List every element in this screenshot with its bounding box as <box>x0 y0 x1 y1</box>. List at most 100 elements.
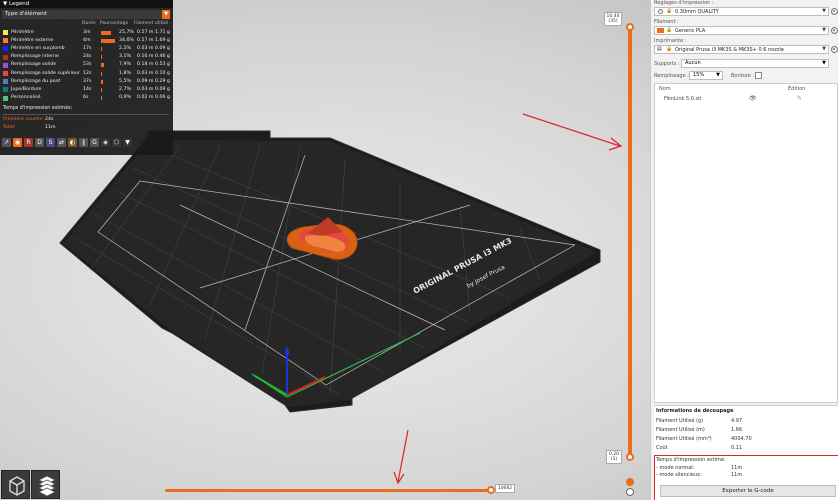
legend-row-length: 0.02 m <box>137 95 154 101</box>
center-of-gravity-icon[interactable]: ◈ <box>101 138 110 147</box>
color-swatch <box>3 38 8 44</box>
legend-row[interactable]: Remplissage du pont 37s 5,5% 0.09 m 0.29 g <box>3 78 171 86</box>
chevron-down-icon: ▼ <box>822 46 826 52</box>
printer-select[interactable]: ▤ 🔒 Original Prusa i3 MK3S & MK3S+ 0.6 n… <box>654 45 829 54</box>
legend-row-duration: 12s <box>83 70 92 76</box>
normal-mode-label: - mode normal: <box>656 465 695 471</box>
legend-row[interactable]: Périmètre en surplomb 17s 2,5% 0.03 m 0.09 g <box>3 45 171 53</box>
travel-icon[interactable]: ↗ <box>2 138 11 147</box>
layer-slider-reset-icon[interactable] <box>626 488 634 496</box>
layer-slider-track[interactable] <box>628 25 632 455</box>
slice-info-label: Coût <box>656 445 668 451</box>
legend-row-length: 0.03 m <box>137 70 154 76</box>
print-settings-select[interactable]: 🔒 0.30mm QUALITY ▼ <box>654 7 829 16</box>
legend-row-name: Périmètre <box>11 29 34 35</box>
layer-slider-cog-icon[interactable] <box>626 478 634 486</box>
layer-slider-top-handle[interactable] <box>626 23 634 31</box>
legend-row-bar <box>101 46 102 51</box>
export-gcode-button[interactable]: Exporter le G-code <box>660 485 836 497</box>
legend-row-weight: 0.10 g <box>155 70 170 76</box>
legend-row-name: Périmètre externe <box>11 37 54 43</box>
move-slider-track[interactable] <box>165 489 490 492</box>
edit-icon[interactable]: ✎ <box>797 95 802 102</box>
legend-row-percent: 7,9% <box>119 62 131 68</box>
move-slider-handle[interactable] <box>487 486 495 494</box>
legend-row[interactable]: Périmètre externe 4m 34,6% 0.57 m 1.69 g <box>3 37 171 45</box>
deretraction-icon[interactable]: D <box>35 138 44 147</box>
color-change-icon[interactable]: ◐ <box>68 138 77 147</box>
legend-row-duration: 4m <box>83 37 91 43</box>
object-list-item[interactable]: FilmLink 5.0.stl 👁 ✎ <box>661 95 837 104</box>
slice-info-label: Filament Utilisé (m) <box>656 427 705 433</box>
tool-change-icon[interactable]: ⇄ <box>57 138 66 147</box>
legend-row-name: Remplissage du pont <box>11 78 61 84</box>
chevron-down-icon[interactable]: ▼ <box>162 10 170 19</box>
slice-info-value: 0.11 <box>731 445 743 451</box>
seam-icon[interactable]: S <box>46 138 55 147</box>
legend-row-bar <box>101 55 103 60</box>
custom-gcode-icon[interactable]: G <box>90 138 99 147</box>
color-swatch <box>3 62 8 68</box>
filament-gear-icon[interactable] <box>831 27 838 34</box>
infill-label: Remplissage : <box>654 73 689 79</box>
brim-label: Bordure : <box>731 73 755 79</box>
legend-row[interactable]: Personnalisé 6s 0,9% 0.02 m 0.06 g <box>3 95 171 103</box>
wipe-icon[interactable]: ◉ <box>13 138 22 147</box>
legend-row[interactable]: Remplissage interne 24s 3,1% 0.16 m 0.46 g <box>3 54 171 62</box>
supports-select[interactable]: Aucun ▼ <box>681 59 829 68</box>
print-settings-value: 0.30mm QUALITY <box>675 8 719 15</box>
filament-select[interactable]: 🔒 Generic PLA ▼ <box>654 26 829 35</box>
legend-row[interactable]: Remplissage solide supérieur 12s 1,8% 0.03 … <box>3 70 171 78</box>
slice-info-value: 1.66 <box>731 427 743 433</box>
legend-row-duration: 17s <box>83 45 92 51</box>
legend-row-duration: 6s <box>83 95 89 101</box>
legend-row[interactable]: Jupe/Bordure 14s 2,7% 0.03 m 0.09 g <box>3 86 171 94</box>
legend-column-headers: Durée Pourcentage Filament utilisé <box>0 21 173 28</box>
legend-row-length: 0.18 m <box>137 62 154 68</box>
color-swatch <box>3 87 8 93</box>
legend-row[interactable]: Périmètre 3m 25,7% 0.57 m 1.71 g <box>3 29 171 37</box>
legend-row-percent: 0,9% <box>119 95 131 101</box>
print-settings-gear-icon[interactable] <box>831 8 838 15</box>
legend-row-name: Périmètre en surplomb <box>11 45 65 51</box>
legend-row[interactable]: Remplissage solide 53s 7,9% 0.18 m 0.53 g <box>3 62 171 70</box>
3d-view-button[interactable] <box>1 470 30 499</box>
column-percent: Pourcentage <box>100 21 129 26</box>
view-type-select[interactable]: Type d'élément ▼ <box>2 10 170 19</box>
legend-header[interactable]: ▼ Legend <box>0 0 173 8</box>
legend-row-length: 0.09 m <box>137 78 154 84</box>
chevron-down-icon: ▼ <box>822 60 826 66</box>
pause-icon[interactable]: ∥ <box>79 138 88 147</box>
printer-label: Imprimante : <box>654 38 687 44</box>
chevron-down-icon: ▼ <box>822 8 826 14</box>
brim-checkbox[interactable] <box>755 72 762 79</box>
legend-row-weight: 0.46 g <box>155 54 170 60</box>
first-layer-time: Première couche: 24s <box>3 117 53 122</box>
legend-estimated-label: Temps d'impression estimés: <box>3 106 73 111</box>
first-layer-value: 24s <box>45 117 54 122</box>
annotation-arrow-right <box>522 113 623 151</box>
legend-row-name: Remplissage interne <box>11 54 59 60</box>
legend-row-percent: 3,1% <box>119 54 131 60</box>
column-filament: Filament utilisé <box>134 21 169 26</box>
silent-mode-value: 11m <box>731 472 743 478</box>
column-duration: Durée <box>82 21 96 26</box>
layer-slider-bottom-handle[interactable] <box>626 453 634 461</box>
slice-info-title: Informations de découpage <box>656 408 734 414</box>
legend-row-weight: 0.09 g <box>155 86 170 92</box>
lock-icon: 🔒 <box>666 27 673 33</box>
retraction-icon[interactable]: R <box>24 138 33 147</box>
legend-row-weight: 0.06 g <box>155 95 170 101</box>
eye-icon[interactable]: 👁 <box>749 95 757 102</box>
preview-button[interactable] <box>31 470 60 499</box>
slice-info-row: Filament Utilisé (m) 1.66 <box>656 427 836 435</box>
infill-value: 15% <box>693 72 705 78</box>
printer-gear-icon[interactable] <box>831 46 838 53</box>
tool-marker-icon[interactable]: ▼ <box>123 138 132 147</box>
shells-icon[interactable]: ⬡ <box>112 138 121 147</box>
filament-color-swatch <box>657 28 664 33</box>
supports-label: Supports : <box>654 61 680 67</box>
print-settings-label: Réglages d'impression : <box>654 0 714 6</box>
infill-select[interactable]: 15% ▼ <box>689 71 723 80</box>
color-swatch <box>3 79 8 85</box>
